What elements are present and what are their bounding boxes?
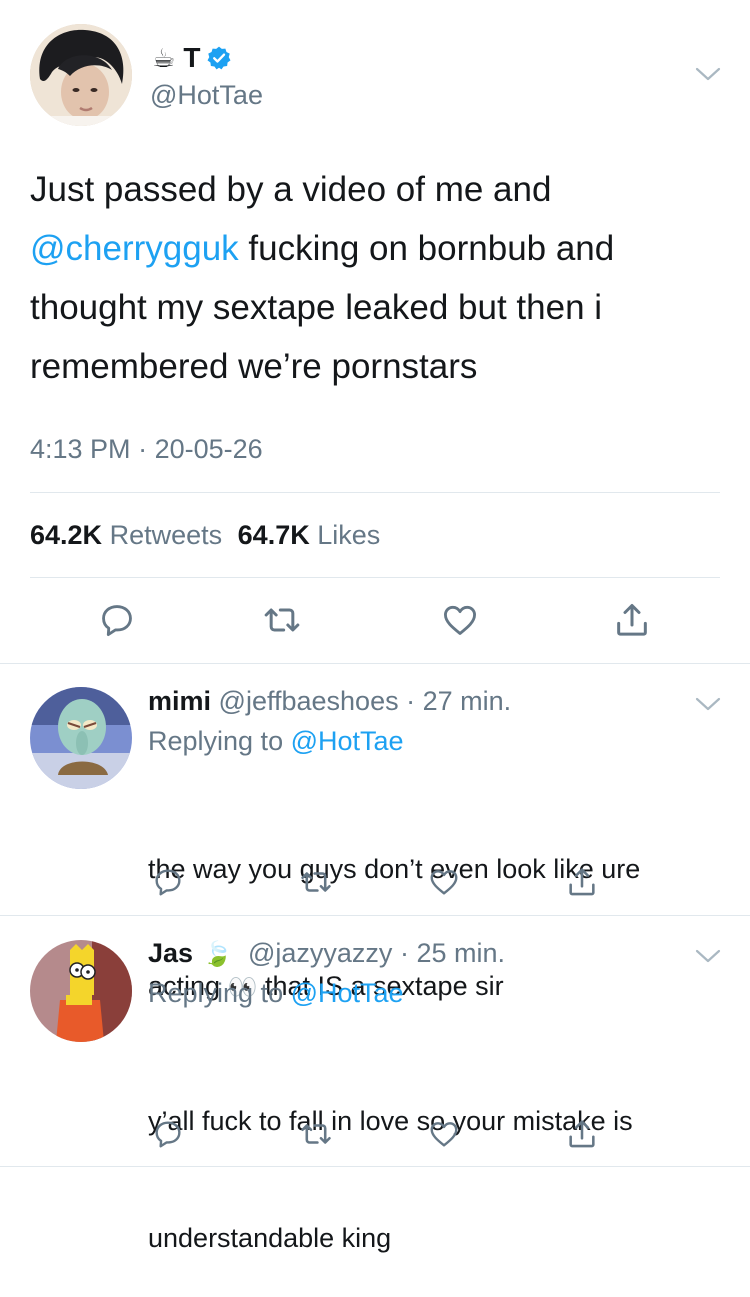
retweet-icon [301, 872, 331, 892]
share-icon [569, 1120, 595, 1148]
retweets-stat[interactable]: 64.2K Retweets [30, 520, 222, 550]
reply-time: 25 min. [416, 938, 505, 968]
tweet-text-fragment: fucking on bornbub and [238, 229, 615, 268]
reply-separator: · [398, 686, 423, 716]
engagement-stats: 64.2K Retweets 64.7K Likes [30, 520, 380, 551]
main-tweet-text: Just passed by a video of me and @cherry… [30, 160, 730, 396]
reply-button[interactable] [148, 1114, 188, 1154]
tweet-date: 20-05-26 [154, 434, 263, 464]
like-button[interactable] [424, 862, 464, 902]
reply-text-line: y’all fuck to fall in love so your mista… [148, 1106, 633, 1136]
replying-to: Replying to @HotTae [148, 726, 404, 757]
retweets-count: 64.2K [30, 520, 103, 550]
retweet-icon [264, 608, 300, 632]
likes-stat[interactable]: 64.7K Likes [238, 520, 381, 550]
tweet-time: 4:13 PM [30, 434, 131, 464]
retweets-label: Retweets [109, 520, 223, 550]
replying-to-label: Replying to [148, 978, 291, 1008]
likes-label: Likes [317, 520, 381, 550]
replying-to-handle[interactable]: @HotTae [291, 978, 404, 1008]
replying-to: Replying to @HotTae [148, 978, 404, 1009]
tweet-text-line: Just passed by a video of me and [30, 170, 552, 209]
retweet-button[interactable] [296, 1114, 336, 1154]
reply-author-handle[interactable]: @jazyyazzy [248, 938, 392, 968]
reply-avatar[interactable] [30, 940, 132, 1042]
main-handle[interactable]: @HotTae [150, 80, 263, 111]
retweet-icon [301, 1124, 331, 1144]
reply-text-line: understandable king [148, 1223, 392, 1253]
main-avatar[interactable] [30, 24, 132, 126]
reply-icon [155, 1121, 181, 1148]
heart-icon [444, 605, 476, 635]
share-button[interactable] [562, 1114, 602, 1154]
like-button[interactable] [424, 1114, 464, 1154]
retweet-button[interactable] [262, 600, 302, 640]
reply-header: Jas 🍃 @jazyyazzy · 25 min. [148, 938, 505, 969]
chevron-down-icon[interactable] [695, 948, 721, 964]
heart-icon [430, 870, 458, 895]
reply-icon [155, 869, 181, 896]
chevron-down-icon[interactable] [695, 66, 721, 82]
replying-to-label: Replying to [148, 726, 291, 756]
replying-to-handle[interactable]: @HotTae [291, 726, 404, 756]
display-name-text: T [183, 42, 201, 73]
main-display-name[interactable]: ☕ T [152, 42, 232, 74]
reply-avatar[interactable] [30, 687, 132, 789]
tweet-text-line: @cherrygguk fucking on bornbub and [30, 219, 730, 278]
reply-header: mimi @jeffbaeshoes · 27 min. [148, 686, 511, 717]
reply-author-name[interactable]: Jas [148, 938, 193, 968]
chevron-down-icon[interactable] [695, 696, 721, 712]
mention-link[interactable]: @cherrygguk [30, 229, 239, 268]
reply-author-name[interactable]: mimi [148, 686, 211, 716]
tweet-timestamp[interactable]: 4:13 PM · 20-05-26 [30, 434, 263, 465]
share-button[interactable] [612, 600, 652, 640]
reply-author-handle[interactable]: @jeffbaeshoes [219, 686, 399, 716]
heart-icon [430, 1122, 458, 1147]
coffee-emoji: ☕ [152, 42, 176, 73]
retweet-button[interactable] [296, 862, 336, 902]
like-button[interactable] [440, 600, 480, 640]
reply-button[interactable] [148, 862, 188, 902]
share-icon [569, 868, 595, 896]
divider [30, 492, 720, 493]
reply-separator: · [392, 938, 417, 968]
tweet-text-line: thought my sextape leaked but then i [30, 288, 603, 327]
divider [0, 663, 750, 664]
likes-count: 64.7K [237, 520, 310, 550]
reply-icon [102, 605, 132, 636]
divider [0, 915, 750, 916]
leaf-emoji: 🍃 [202, 941, 233, 968]
reply-time: 27 min. [422, 686, 512, 716]
share-button[interactable] [562, 862, 602, 902]
divider [0, 1166, 750, 1167]
verified-badge-icon [206, 45, 232, 71]
divider [30, 577, 720, 578]
reply-button[interactable] [97, 600, 137, 640]
timestamp-separator: · [130, 434, 155, 464]
share-icon [617, 604, 647, 636]
reply-text: y’all fuck to fall in love so your mista… [148, 1024, 633, 1297]
tweet-text-line: remembered we’re pornstars [30, 347, 478, 386]
